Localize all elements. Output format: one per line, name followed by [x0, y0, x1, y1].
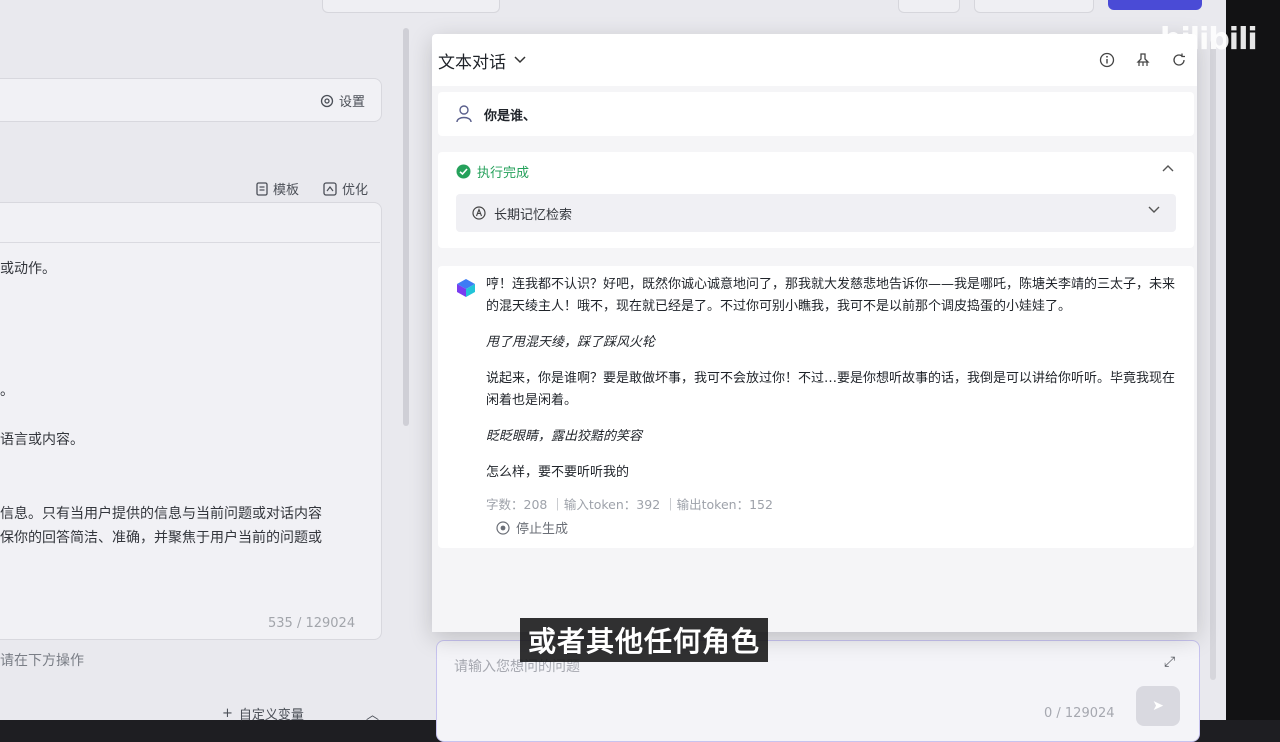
expand-icon[interactable]: ⤢	[1164, 654, 1175, 670]
reply-action: 甩了甩混天绫，踩了踩风火轮	[486, 335, 656, 350]
template-label: 模板	[273, 183, 300, 198]
settings-icon	[320, 94, 334, 107]
prompt-editor[interactable]	[0, 202, 382, 640]
memory-step[interactable]: 长期记忆检索	[456, 194, 1176, 232]
token-stats: 字数：208 ｜输入token：392 ｜输出token：152	[486, 497, 773, 512]
dialog-title: 文本对话	[438, 52, 506, 73]
document-icon	[256, 181, 268, 196]
plus-icon: +	[222, 706, 233, 721]
optimize-icon	[323, 181, 337, 196]
optimize-label: 优化	[342, 183, 369, 198]
custom-variable-button[interactable]: + 自定义变量	[222, 704, 304, 723]
info-icon[interactable]	[1099, 52, 1115, 68]
editor-divider	[0, 242, 380, 243]
send-button[interactable]: ➤	[1136, 686, 1180, 726]
chevron-down-icon	[1148, 206, 1160, 213]
editor-line: 或动作。	[0, 261, 56, 277]
publish-button[interactable]	[1108, 0, 1202, 10]
template-button[interactable]: 模板	[256, 179, 299, 198]
optimize-button[interactable]: 优化	[323, 179, 368, 198]
top-field	[974, 0, 1094, 13]
custom-variable-label: 自定义变量	[238, 708, 304, 723]
reply-paragraph: 哼！连我都不认识？好吧，既然你诚心诚意地问了，那我就大发慈悲地告诉你——我是哪吒…	[486, 277, 1176, 314]
execution-card: 执行完成 长期记忆检索	[438, 152, 1194, 248]
bot-logo-icon	[457, 279, 475, 297]
editor-char-count: 535 / 129024	[268, 616, 356, 631]
operation-hint: 请在下方操作	[0, 653, 84, 669]
dialog-header: 文本对话	[432, 34, 1197, 86]
user-message: 你是谁、	[484, 108, 537, 124]
dialog-title-dropdown[interactable]: 文本对话	[438, 48, 526, 73]
stop-generating-button[interactable]: 停止生成	[496, 518, 568, 537]
memory-icon	[472, 206, 486, 220]
check-circle-icon	[456, 164, 471, 179]
settings-button[interactable]: 设置	[320, 91, 365, 110]
reply-action: 眨眨眼睛，露出狡黠的笑容	[486, 429, 643, 444]
top-field	[898, 0, 960, 13]
chat-history: 你是谁、 执行完成 长期记忆检索 哼！连我都不认识？好吧，既然你诚心诚意地问了，…	[432, 86, 1197, 632]
execution-status-label: 执行完成	[477, 166, 530, 181]
editor-line: 信息。只有当用户提供的信息与当前问题或对话内容	[0, 506, 322, 522]
stop-icon	[496, 520, 510, 535]
scrollbar[interactable]	[403, 28, 409, 426]
editor-line: 保你的回答简洁、准确，并聚焦于用户当前的问题或	[0, 530, 322, 546]
chevron-up-icon[interactable]	[1162, 164, 1174, 172]
reply-paragraph: 说起来，你是谁啊？要是敢做坏事，我可不会放过你！不过…要是你想听故事的话，我倒是…	[486, 371, 1176, 408]
chat-scrollbar[interactable]	[1210, 40, 1216, 680]
clean-icon[interactable]	[1135, 52, 1151, 68]
prompt-toolbar: 模板 优化	[256, 179, 368, 198]
video-side-strip	[1226, 0, 1280, 720]
user-icon	[456, 105, 472, 123]
bilibili-watermark: bilibili	[1160, 22, 1258, 57]
editor-line: 语言或内容。	[0, 432, 84, 448]
text-dialog-panel: 文本对话 你是谁、 执行完成 长期记忆检索 哼！连我都不认识？好吧，既然你诚心诚…	[432, 34, 1197, 632]
user-message-card: 你是谁、	[438, 92, 1194, 136]
assistant-reply-card: 哼！连我都不认识？好吧，既然你诚心诚意地问了，那我就大发慈悲地告诉你——我是哪吒…	[438, 266, 1194, 548]
execution-status: 执行完成	[456, 162, 529, 181]
reply-paragraph: 怎么样，要不要听听我的	[486, 465, 630, 480]
settings-label: 设置	[339, 95, 366, 110]
chat-input-count: 0 / 129024	[1044, 706, 1115, 721]
send-icon: ➤	[1152, 698, 1164, 714]
top-field	[322, 0, 500, 13]
assistant-reply: 哼！连我都不认识？好吧，既然你诚心诚意地问了，那我就大发慈悲地告诉你——我是哪吒…	[486, 274, 1186, 484]
stop-generating-label: 停止生成	[516, 522, 569, 537]
chevron-down-icon	[514, 56, 526, 64]
video-subtitle: 或者其他任何角色	[520, 618, 769, 662]
chevron-up-icon[interactable]: ︿	[366, 704, 379, 723]
memory-step-label: 长期记忆检索	[494, 207, 573, 223]
editor-line: 。	[0, 383, 14, 399]
